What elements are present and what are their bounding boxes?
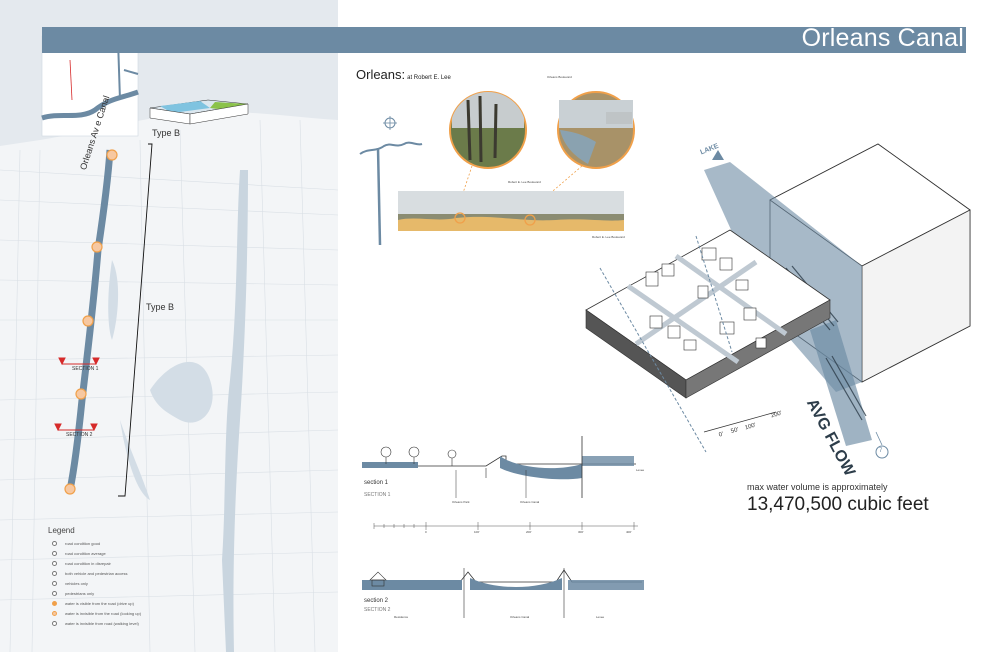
badge-number: 7 — [879, 448, 883, 454]
legend-item: both vehicle and pedestrian access — [52, 571, 127, 576]
section-1-callout: Orleans Canal — [520, 500, 540, 504]
legend-item: vehicles only — [52, 581, 88, 586]
photo-caption-right: Orleans Boulevard — [547, 75, 572, 79]
section-2-callout: Orleans Canal — [510, 615, 530, 619]
legend-item: pedestrians only — [52, 591, 94, 596]
legend-item: road condition in disrepair — [52, 561, 111, 566]
section-1-diagram — [362, 436, 636, 498]
legend-symbol-icon — [52, 541, 57, 546]
legend-symbol-icon — [52, 611, 57, 616]
section-2-subtitle: SECTION 2 — [364, 607, 391, 613]
photo-caption-left: Robert E. Lee Boulevard — [508, 180, 541, 184]
section-2-map-marker: SECTION 2 — [66, 432, 93, 438]
section-2-title: section 2 — [364, 598, 389, 604]
legend-symbol-icon — [52, 621, 57, 626]
scale-tick-label: 100' — [474, 530, 480, 534]
legend-item: water is visible from the road (drive up… — [52, 601, 134, 606]
scale-tick-label: 0 — [425, 530, 427, 534]
scale-tick-label: 200' — [526, 530, 532, 534]
canal-map — [0, 0, 338, 652]
section-scale-bar — [373, 522, 638, 530]
legend-item: road condition average — [52, 551, 106, 556]
section-1-callout: Levee — [636, 468, 645, 472]
legend-symbol-icon — [52, 591, 57, 596]
legend-symbol-icon — [52, 571, 57, 576]
section-1-map-marker: SECTION 1 — [72, 366, 99, 372]
legend-item: water is invisible from road (walking le… — [52, 621, 139, 626]
type-b-upper-label: Type B — [152, 128, 181, 138]
type-b-side-label: Type B — [146, 302, 175, 312]
legend-symbol-icon — [52, 561, 57, 566]
poster: Orleans Av e Canal Type B Type B SECTION… — [0, 0, 1008, 652]
section-1-callout: Orleans Park — [452, 500, 470, 504]
section-2-diagram — [362, 568, 644, 618]
legend-item: road condition good — [52, 541, 100, 546]
section-2-callout: Levee — [596, 615, 605, 619]
scale-tick-label: 400' — [626, 530, 632, 534]
section-1-title: section 1 — [364, 480, 389, 486]
volume-label: max water volume is approximately — [747, 482, 888, 492]
legend-symbol-icon — [52, 551, 57, 556]
page-title: Orleans Canal — [801, 24, 964, 52]
volume-value: 13,470,500 cubic feet — [747, 494, 929, 515]
compass-icon — [383, 116, 397, 130]
section-2-callout: Residence — [394, 615, 409, 619]
scale-tick-label: 300' — [578, 530, 584, 534]
legend-symbol-icon — [52, 601, 57, 606]
legend-item: water is invisible from the road (lookin… — [52, 611, 141, 616]
section-1-subtitle: SECTION 1 — [364, 492, 391, 498]
legend-symbol-icon — [52, 581, 57, 586]
legend-title: Legend — [48, 526, 75, 535]
